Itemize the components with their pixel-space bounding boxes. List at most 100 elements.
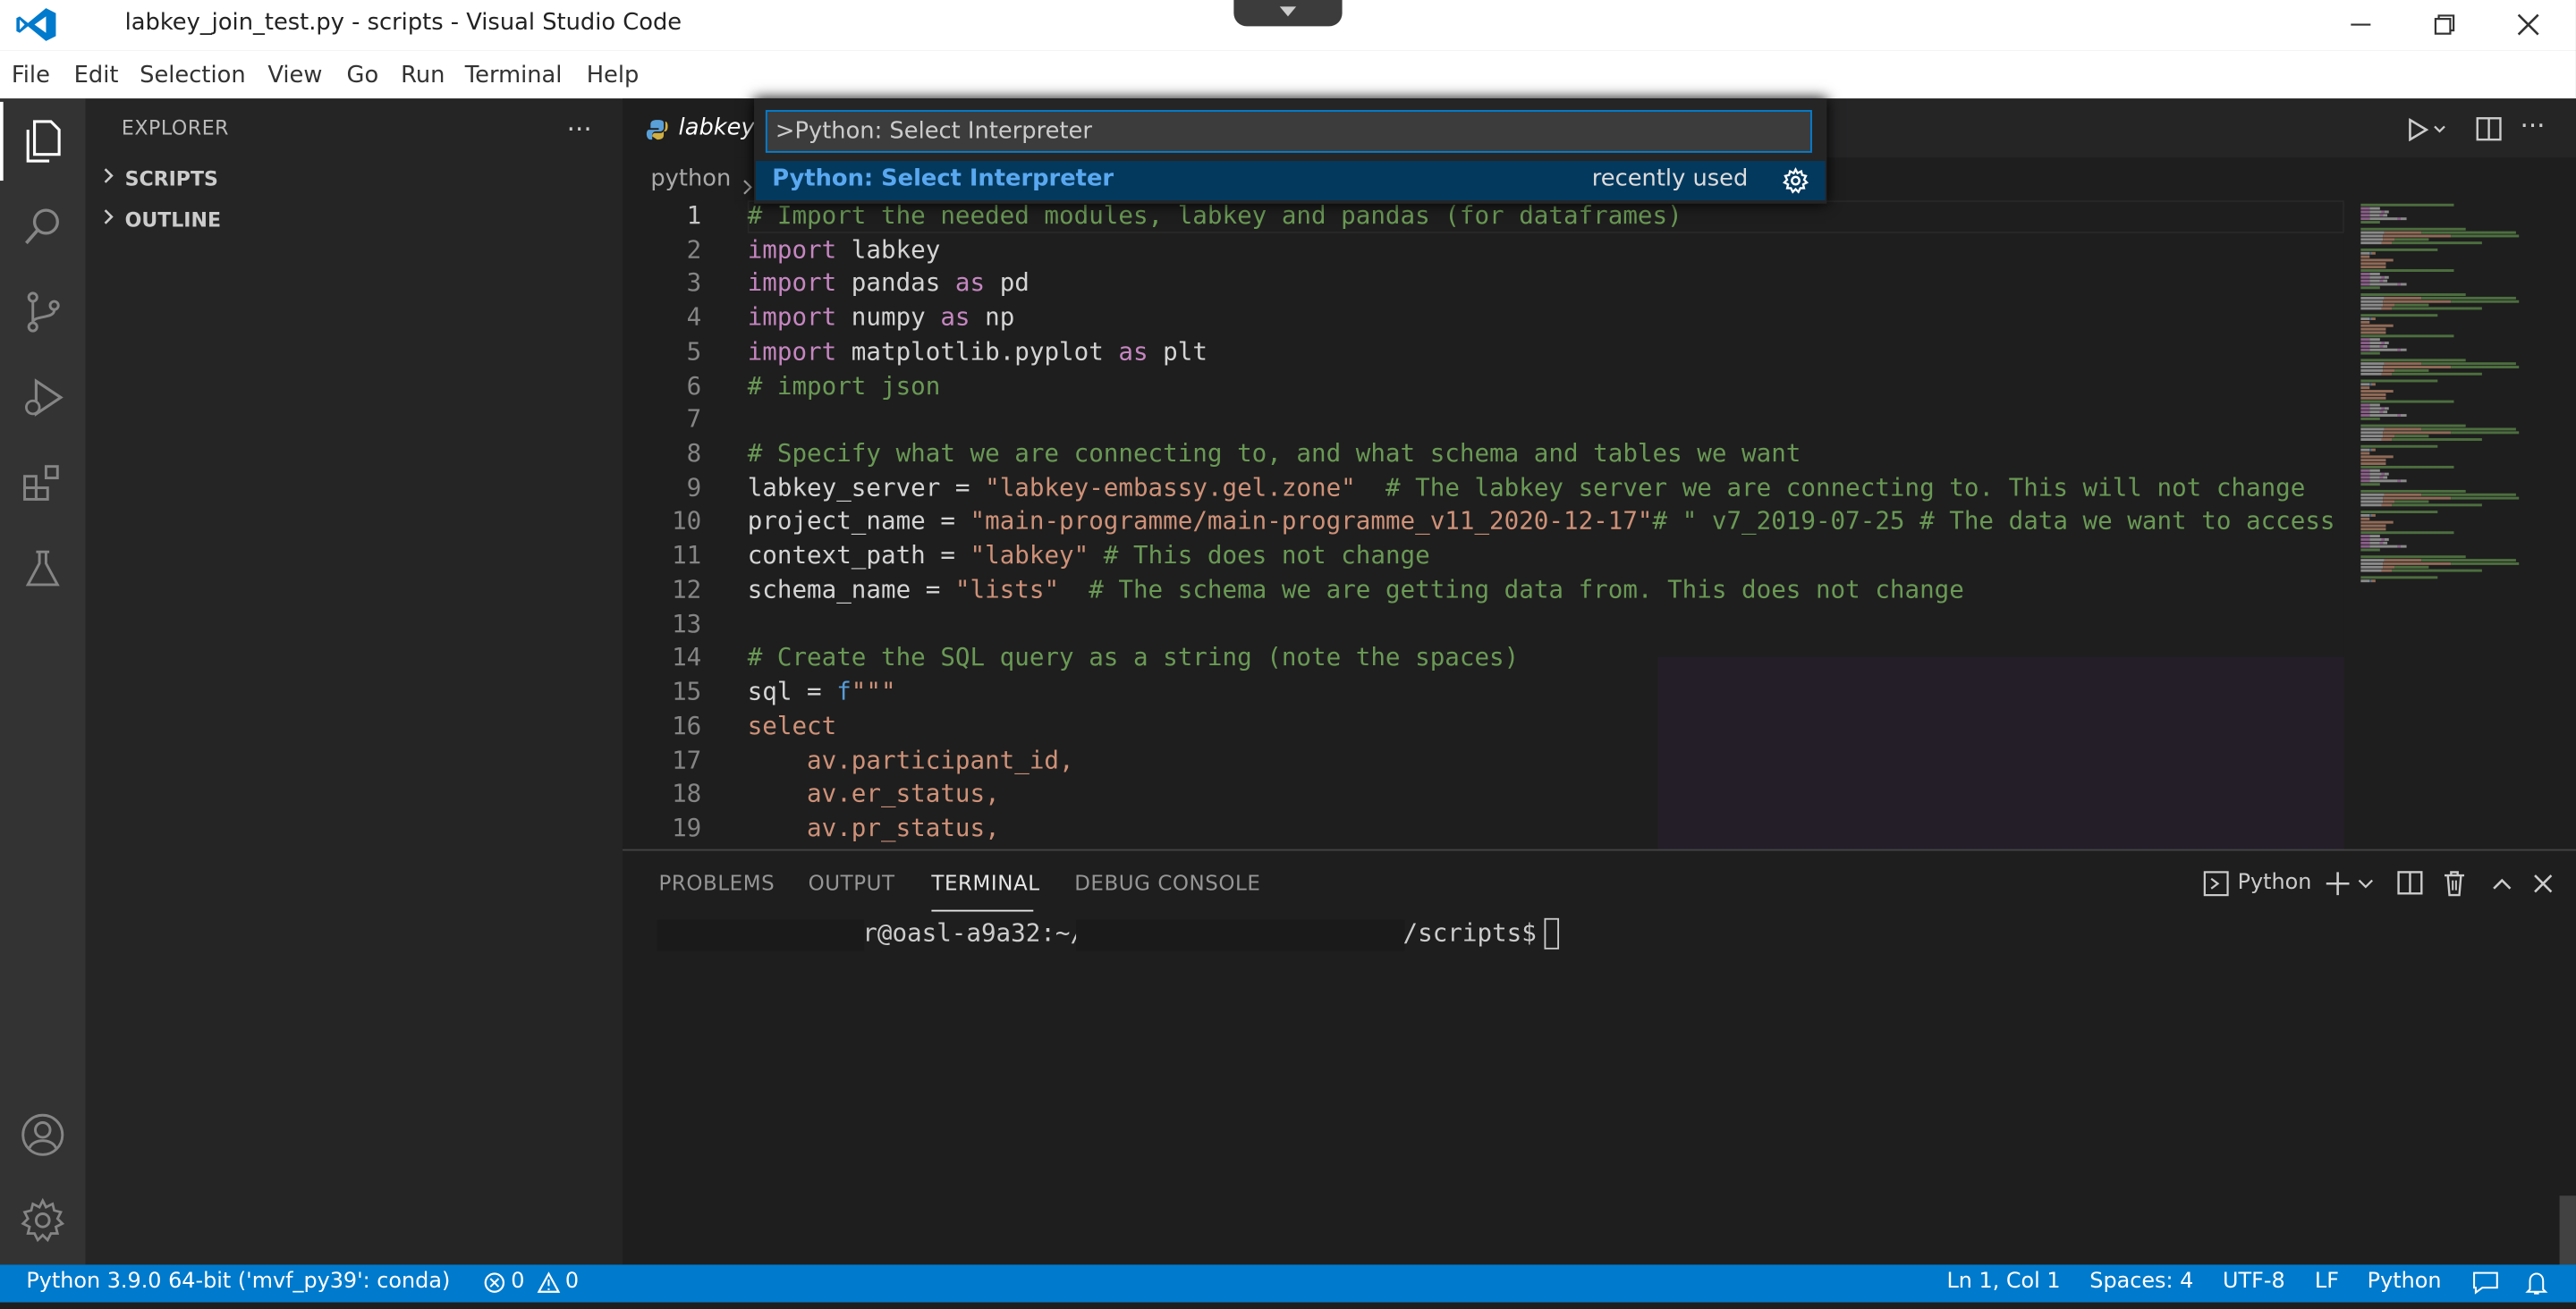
- minimap-stroke: [2360, 227, 2466, 231]
- account-icon[interactable]: [0, 1095, 86, 1174]
- minimap[interactable]: [2343, 200, 2576, 849]
- minimap-stroke: [2384, 275, 2389, 279]
- terminal-name[interactable]: Python: [2238, 871, 2312, 896]
- minimap-stroke: [2397, 283, 2401, 286]
- chevron-down-icon[interactable]: [1233, 0, 1343, 27]
- terminal[interactable]: r@oasl-a9a32:~/ /scripts$: [623, 916, 2576, 1267]
- line-number: 1: [686, 200, 702, 231]
- error-icon[interactable]: [483, 1271, 506, 1301]
- minimap-stroke: [2360, 476, 2370, 479]
- line-number: 19: [672, 813, 702, 843]
- minimize-icon[interactable]: [2339, 6, 2382, 42]
- command-palette-input[interactable]: [765, 110, 1812, 153]
- minimap-stroke: [2383, 435, 2395, 438]
- tab-output[interactable]: OUTPUT: [809, 871, 895, 896]
- minimap-stroke: [2360, 396, 2386, 400]
- code-token: labkey_server =: [747, 472, 986, 502]
- sidebar-section-outline[interactable]: OUTLINE: [98, 207, 221, 232]
- minimap-stroke: [2360, 483, 2380, 486]
- minimap-stroke: [2369, 383, 2371, 386]
- menu-help[interactable]: Help: [587, 63, 640, 89]
- minimap-stroke: [2379, 476, 2384, 479]
- code-text: schema_name = "lists" # The schema we ar…: [748, 575, 1964, 604]
- maximize-panel-icon[interactable]: [2490, 871, 2513, 902]
- editor-tab[interactable]: labkey: [623, 98, 771, 158]
- split-terminal-icon[interactable]: [2397, 871, 2423, 904]
- menu-go[interactable]: Go: [347, 63, 379, 89]
- minimap-stroke: [2379, 344, 2384, 348]
- minimap-stroke: [2369, 344, 2380, 348]
- restore-icon[interactable]: [2423, 6, 2466, 42]
- minimap-stroke: [2381, 537, 2385, 541]
- minimap-stroke: [2383, 303, 2395, 307]
- minimap-stroke: [2360, 438, 2382, 442]
- status-encoding[interactable]: UTF-8: [2223, 1270, 2285, 1295]
- minimap-stroke: [2360, 320, 2370, 324]
- menu-edit[interactable]: Edit: [74, 63, 119, 89]
- settings-gear-icon[interactable]: [0, 1181, 86, 1260]
- testing-icon[interactable]: [0, 528, 86, 607]
- warning-icon[interactable]: [537, 1271, 561, 1301]
- feedback-icon[interactable]: [2472, 1271, 2498, 1301]
- extensions-icon[interactable]: [0, 443, 86, 522]
- sidebar-section-scripts[interactable]: SCRIPTS: [98, 166, 218, 191]
- new-terminal-icon[interactable]: [2325, 871, 2374, 904]
- line-number: 9: [686, 472, 702, 502]
- minimap-stroke: [2360, 338, 2370, 342]
- gear-icon[interactable]: [1782, 166, 1809, 200]
- code-token: # Create the SQL query as a string (note…: [747, 642, 1520, 672]
- menu-file[interactable]: File: [12, 63, 50, 89]
- status-errors[interactable]: 0: [511, 1270, 524, 1295]
- code-text: import numpy as np: [748, 302, 1015, 332]
- tab-terminal[interactable]: TERMINAL: [931, 871, 1039, 896]
- menu-run[interactable]: Run: [401, 63, 445, 89]
- menu-selection[interactable]: Selection: [140, 63, 246, 89]
- minimap-stroke: [2451, 366, 2520, 369]
- minimap-stroke: [2369, 272, 2380, 275]
- minimap-stroke: [2421, 231, 2516, 234]
- run-debug-icon[interactable]: [0, 358, 86, 436]
- tab-debug-console[interactable]: DEBUG CONSOLE: [1074, 871, 1260, 896]
- more-actions-icon[interactable]: ···: [567, 114, 592, 145]
- minimap-stroke: [2360, 479, 2370, 483]
- code-editor[interactable]: 1 # Import the needed modules, labkey and…: [623, 200, 2344, 849]
- status-language[interactable]: Python: [2368, 1270, 2442, 1295]
- explorer-icon[interactable]: [0, 102, 86, 181]
- source-control-icon[interactable]: [0, 273, 86, 351]
- code-token: import: [747, 268, 837, 299]
- minimap-stroke: [2381, 241, 2393, 245]
- minimap-stroke: [2381, 503, 2393, 507]
- close-panel-icon[interactable]: [2531, 871, 2555, 902]
- status-interpreter[interactable]: Python 3.9.0 64-bit ('mvf_py39': conda): [26, 1270, 450, 1295]
- minimap-stroke: [2400, 414, 2407, 418]
- minimap-stroke: [2394, 565, 2429, 569]
- activity-bar: [0, 98, 86, 1265]
- status-warnings[interactable]: 0: [565, 1270, 579, 1295]
- status-indentation[interactable]: Spaces: 4: [2089, 1270, 2193, 1295]
- breadcrumb-item[interactable]: python: [650, 166, 731, 192]
- minimap-stroke: [2400, 479, 2407, 483]
- close-icon[interactable]: [2507, 6, 2550, 42]
- minimap-stroke: [2384, 472, 2389, 476]
- menu-view[interactable]: View: [267, 63, 322, 89]
- bell-icon[interactable]: [2525, 1271, 2548, 1303]
- status-cursor-position[interactable]: Ln 1, Col 1: [1946, 1270, 2060, 1295]
- minimap-stroke: [2360, 258, 2394, 262]
- split-editor-icon[interactable]: [2476, 116, 2502, 149]
- command-palette-item[interactable]: Python: Select Interpreter recently used: [755, 161, 1826, 201]
- code-token: # This does not change: [1089, 540, 1430, 570]
- minimap-stroke: [2360, 562, 2384, 565]
- more-actions-icon[interactable]: ···: [2520, 110, 2545, 141]
- code-text: labkey_server = "labkey-embassy.gel.zone…: [748, 473, 2306, 502]
- minimap-stroke: [2360, 379, 2438, 383]
- code-token: pandas: [836, 268, 955, 299]
- minimap-stroke: [2360, 210, 2370, 214]
- minimap-stroke: [2360, 545, 2370, 548]
- terminal-scrollbar[interactable]: [2559, 1195, 2576, 1267]
- menu-terminal[interactable]: Terminal: [465, 63, 563, 89]
- status-eol[interactable]: LF: [2315, 1270, 2339, 1295]
- trash-icon[interactable]: [2441, 869, 2467, 904]
- search-icon[interactable]: [0, 187, 86, 266]
- run-icon[interactable]: [2407, 116, 2446, 148]
- tab-problems[interactable]: PROBLEMS: [659, 871, 775, 896]
